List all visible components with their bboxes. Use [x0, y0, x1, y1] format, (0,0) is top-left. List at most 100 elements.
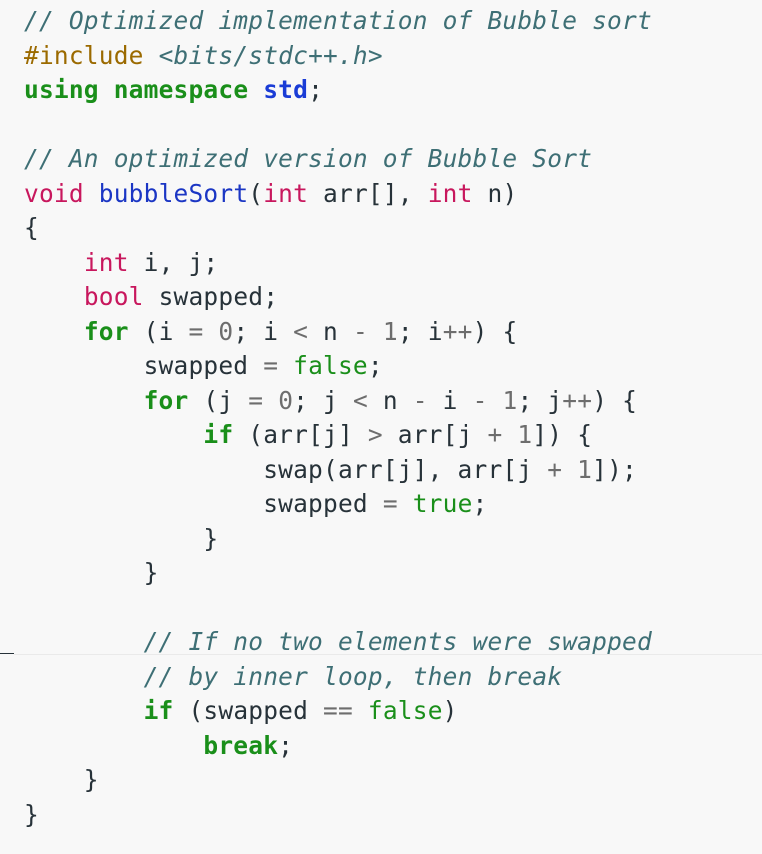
code-token-plain: swapped [24, 351, 264, 380]
code-token-kw: if [203, 420, 234, 449]
code-line: using namespace std; [24, 73, 762, 108]
code-token-op: + [547, 454, 563, 484]
code-token-op: = [248, 385, 264, 415]
code-token-plain: (j [188, 385, 249, 415]
code-token-plain: arr[j [382, 420, 488, 449]
code-line: if (arr[j] > arr[j + 1]) { [24, 418, 762, 453]
code-line: swapped = true; [24, 487, 762, 522]
code-token-fn: bubbleSort [98, 178, 249, 208]
code-token-op: + [487, 420, 503, 449]
code-token-plain: } [24, 799, 39, 829]
code-token-type: void [24, 178, 84, 208]
code-token-type: int [83, 247, 129, 277]
code-token-num: 1 [577, 454, 593, 484]
code-token-plain: ) [442, 696, 458, 725]
code-token-lit: false [293, 351, 368, 380]
code-token-num: 1 [517, 420, 533, 449]
code-token-op: ++ [562, 385, 593, 415]
code-line: } [24, 556, 762, 591]
code-token-plain: ( [248, 178, 264, 208]
code-token-preproc: #include [24, 40, 159, 70]
code-line: ​ [24, 591, 762, 626]
code-token-plain: ; [472, 489, 488, 518]
code-token-num: 0 [218, 316, 234, 346]
code-token-plain: i [427, 385, 473, 415]
code-token-num: 0 [278, 385, 294, 415]
code-token-kw: for [143, 385, 189, 415]
code-token-kw: break [203, 730, 279, 760]
code-line: swapped = false; [24, 349, 762, 384]
code-token-plain: } [24, 523, 219, 553]
code-token-plain: ]); [592, 454, 637, 484]
code-token-num: 1 [502, 385, 518, 415]
code-line: // An optimized version of Bubble Sort [24, 142, 762, 177]
code-token-plain: swapped [24, 489, 383, 518]
code-token-op: == [323, 696, 353, 725]
code-line: ​ [24, 108, 762, 143]
code-line: swap(arr[j], arr[j + 1]); [24, 453, 762, 488]
code-token-type: int [263, 178, 309, 208]
code-token-kw: if [143, 696, 174, 725]
code-token-op: = [263, 351, 279, 380]
code-lines: // Optimized implementation of Bubble so… [24, 4, 762, 832]
code-token-plain: ; [278, 730, 294, 760]
code-token-plain: n [308, 316, 353, 346]
code-token-comment: // by inner loop, then break [143, 661, 563, 691]
code-token-op: = [188, 316, 204, 346]
code-token-plain: ]) { [532, 420, 593, 449]
page-seam-mark [0, 653, 14, 654]
code-token-op: - [412, 385, 428, 415]
code-line: // by inner loop, then break [24, 660, 762, 695]
code-token-plain: ; j [293, 385, 353, 415]
code-line: { [24, 211, 762, 246]
code-token-plain: n) [472, 178, 518, 208]
code-token-plain: n [367, 385, 413, 415]
code-token-comment: // Optimized implementation of Bubble so… [24, 6, 652, 35]
code-token-num: 1 [382, 316, 398, 346]
code-token-plain: } [24, 558, 159, 587]
code-token-plain: ; [308, 75, 324, 104]
code-line: break; [24, 729, 762, 764]
code-token-plain: ; i [233, 316, 294, 346]
code-token-plain: } [24, 765, 99, 794]
code-token-lit: true [412, 489, 473, 518]
code-token-plain: ; [367, 351, 383, 380]
code-token-kw: for [83, 316, 129, 346]
code-token-op: - [352, 316, 368, 346]
code-line: if (swapped == false) [24, 694, 762, 729]
code-token-op: > [367, 420, 383, 449]
code-token-kw: using [24, 75, 99, 104]
code-line: } [24, 798, 762, 833]
code-token-plain: ; j [517, 385, 563, 415]
code-line: for (i = 0; i < n - 1; i++) { [24, 315, 762, 350]
code-token-plain: { [24, 213, 39, 242]
code-token-plain: (i [128, 316, 189, 346]
code-token-op: ++ [442, 316, 473, 346]
code-line: } [24, 522, 762, 557]
code-token-plain: arr[], [308, 178, 428, 208]
code-token-comment: // If no two elements were swapped [143, 627, 652, 656]
code-token-plain: ; i [397, 316, 443, 346]
code-token-plain: (swapped [173, 696, 324, 725]
code-token-type: bool [83, 282, 144, 311]
code-token-plain: swap(arr[j], arr[j [24, 454, 548, 484]
code-line: // Optimized implementation of Bubble so… [24, 4, 762, 39]
code-token-plain: ) { [592, 385, 638, 415]
code-line: #include <bits/stdc++.h> [24, 39, 762, 74]
code-line: void bubbleSort(int arr[], int n) [24, 177, 762, 212]
